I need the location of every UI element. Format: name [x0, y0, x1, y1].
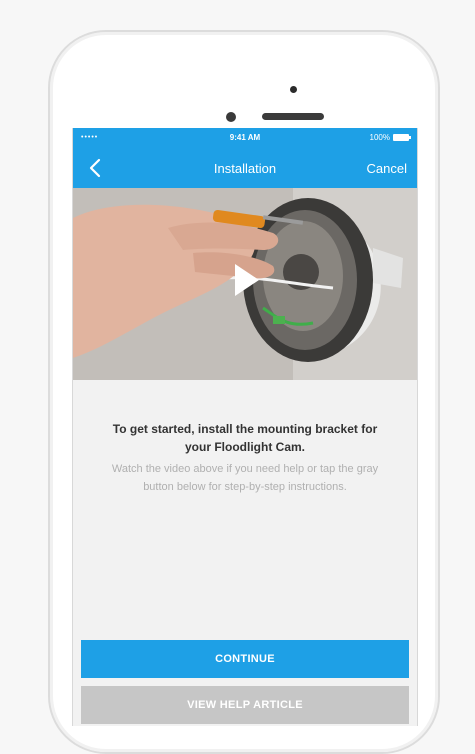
nav-bar: Installation Cancel [73, 148, 417, 188]
cancel-button[interactable]: Cancel [367, 161, 407, 176]
play-icon[interactable] [225, 260, 265, 300]
battery-indicator: 100% [369, 133, 411, 142]
earpiece-speaker [262, 113, 324, 120]
battery-percent: 100% [369, 133, 390, 142]
continue-button[interactable]: CONTINUE [81, 640, 409, 678]
page-title: Installation [213, 161, 277, 176]
status-bar: ••••• 9:41 AM 100% [73, 128, 417, 148]
proximity-sensor [226, 112, 236, 122]
instruction-heading: To get started, install the mounting bra… [112, 422, 378, 454]
instructions-panel: To get started, install the mounting bra… [73, 380, 417, 726]
app-screen: ••••• 9:41 AM 100% Installation Cancel T… [72, 128, 418, 726]
view-help-article-button[interactable]: VIEW HELP ARTICLE [81, 686, 409, 724]
installation-video[interactable] [73, 188, 417, 380]
battery-icon [393, 134, 411, 141]
instruction-subtext: Watch the video above if you need help o… [111, 463, 379, 493]
front-camera [290, 86, 297, 93]
status-time: 9:41 AM [229, 133, 261, 142]
